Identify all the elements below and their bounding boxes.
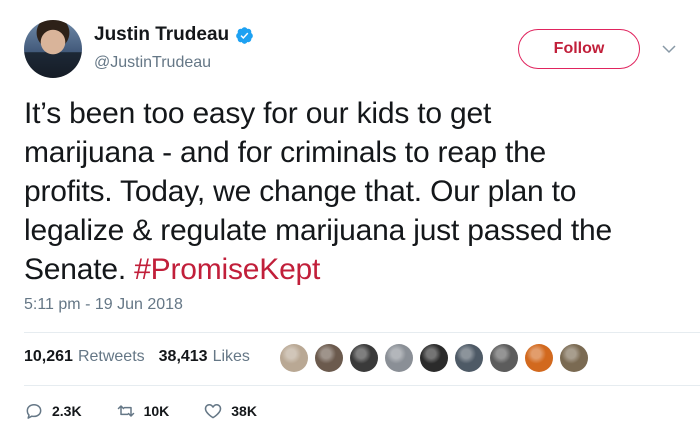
like-button[interactable]: 38K bbox=[203, 401, 257, 421]
retweets-count[interactable]: 10,261 bbox=[24, 348, 73, 366]
tweet-line-last: Senate. #PromiseKept bbox=[24, 250, 684, 289]
liker-avatar[interactable] bbox=[420, 344, 448, 372]
author-display-name[interactable]: Justin Trudeau bbox=[94, 24, 229, 46]
retweet-count: 10K bbox=[143, 403, 170, 419]
chevron-down-icon[interactable] bbox=[660, 40, 678, 58]
liker-avatar[interactable] bbox=[455, 344, 483, 372]
retweet-icon bbox=[117, 405, 134, 417]
verified-badge-icon bbox=[236, 26, 253, 44]
likes-count[interactable]: 38,413 bbox=[159, 348, 208, 366]
liker-avatar[interactable] bbox=[490, 344, 518, 372]
tweet-actions: 2.3K 10K 38K bbox=[24, 401, 291, 421]
tweet-line: marijuana - and for criminals to reap th… bbox=[24, 136, 547, 169]
retweets-label[interactable]: Retweets bbox=[78, 348, 145, 366]
heart-icon bbox=[205, 404, 222, 419]
likes-label[interactable]: Likes bbox=[213, 348, 250, 366]
tweet-text: It’s been too easy for our kids to get m… bbox=[24, 94, 684, 289]
liker-avatars bbox=[280, 344, 588, 372]
tweet-line: Senate. bbox=[24, 253, 135, 286]
author-name-row: Justin Trudeau bbox=[94, 24, 254, 46]
tweet-line: profits. Today, we change that. Our plan… bbox=[24, 175, 577, 208]
divider bbox=[24, 332, 700, 333]
reply-icon bbox=[26, 404, 42, 419]
tweet-stats: 10,261 Retweets 38,413 Likes bbox=[24, 348, 264, 366]
liker-avatar[interactable] bbox=[280, 344, 308, 372]
liker-avatar[interactable] bbox=[525, 344, 553, 372]
hashtag-link[interactable]: #PromiseKept bbox=[134, 253, 320, 286]
liker-avatar[interactable] bbox=[385, 344, 413, 372]
reply-count: 2.3K bbox=[52, 403, 82, 419]
liker-avatar[interactable] bbox=[560, 344, 588, 372]
liker-avatar[interactable] bbox=[315, 344, 343, 372]
tweet-line: legalize & regulate marijuana just passe… bbox=[24, 214, 613, 247]
tweet-line: It’s been too easy for our kids to get bbox=[24, 97, 492, 130]
like-count: 38K bbox=[231, 403, 257, 419]
reply-button[interactable]: 2.3K bbox=[24, 401, 82, 421]
retweet-button[interactable]: 10K bbox=[116, 401, 170, 421]
liker-avatar[interactable] bbox=[350, 344, 378, 372]
author-handle[interactable]: @JustinTrudeau bbox=[94, 54, 211, 72]
follow-button[interactable]: Follow bbox=[518, 29, 640, 69]
divider bbox=[24, 385, 700, 386]
author-avatar[interactable] bbox=[24, 20, 82, 78]
tweet-timestamp[interactable]: 5:11 pm - 19 Jun 2018 bbox=[24, 296, 183, 314]
